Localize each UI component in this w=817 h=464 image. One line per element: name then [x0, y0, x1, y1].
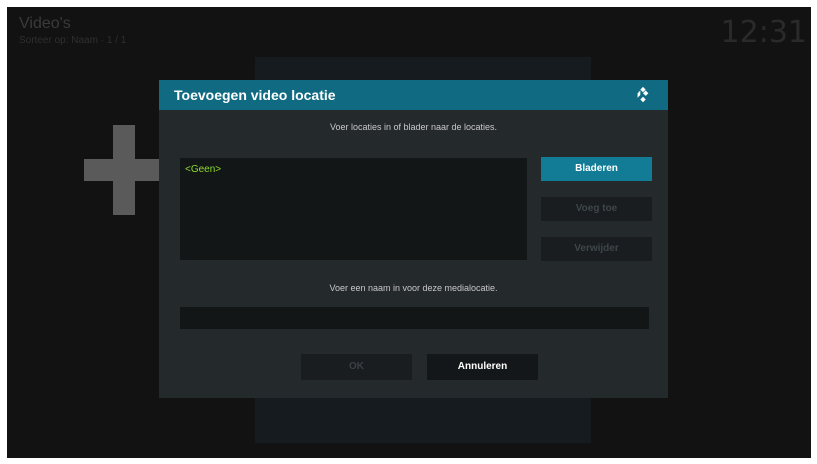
clock: 12:31 — [720, 15, 807, 50]
dialog-title: Toevoegen video locatie — [174, 87, 336, 103]
kodi-logo-icon — [637, 86, 649, 103]
name-instruction: Voer een naam in voor deze medialocatie. — [329, 283, 498, 293]
list-item[interactable]: <Geen> — [185, 164, 221, 175]
add-button[interactable]: Voeg toe — [541, 197, 652, 221]
remove-button[interactable]: Verwijder — [541, 237, 652, 261]
add-source-icon[interactable] — [84, 125, 164, 215]
window-title: Video's — [19, 15, 71, 32]
browse-button[interactable]: Bladeren — [541, 157, 652, 181]
media-window: Video's Sorteer op: Naam · 1 / 1 12:31 T… — [7, 7, 811, 458]
cancel-button[interactable]: Annuleren — [427, 354, 538, 380]
add-video-source-dialog: Toevoegen video locatie Voer locaties in… — [159, 80, 668, 398]
ok-button[interactable]: OK — [301, 354, 412, 380]
dialog-header: Toevoegen video locatie — [159, 80, 668, 110]
sort-info: Sorteer op: Naam · 1 / 1 — [19, 35, 127, 46]
plus-horizontal-bar — [84, 159, 164, 181]
locations-instruction: Voer locaties in of blader naar de locat… — [329, 122, 498, 132]
locations-list[interactable]: <Geen> — [180, 158, 527, 260]
source-name-input[interactable] — [180, 307, 649, 329]
